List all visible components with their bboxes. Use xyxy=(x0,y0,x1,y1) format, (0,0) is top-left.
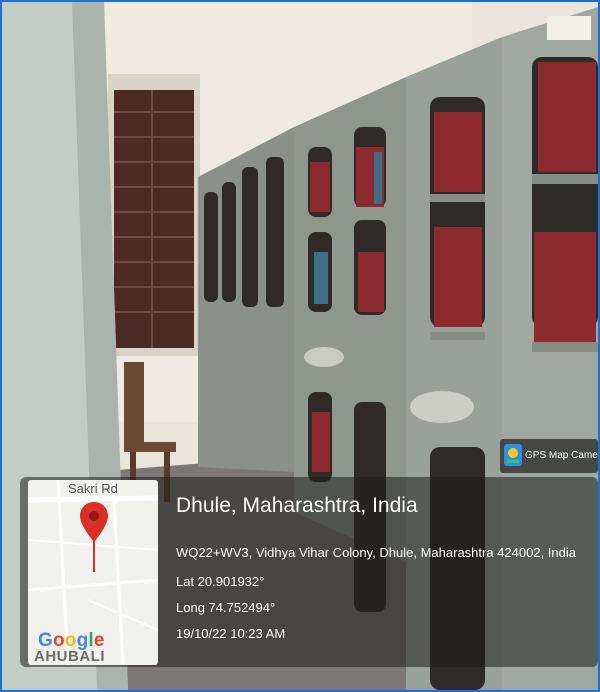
location-datetime: 19/10/22 10:23 AM xyxy=(176,626,286,641)
map-road-label: Sakri Rd xyxy=(68,481,118,496)
map-area-label: AHUBALI xyxy=(34,648,105,665)
map-thumbnail: Sakri Rd Google AHUBALI xyxy=(28,480,158,665)
location-address: WQ22+WV3, Vidhya Vihar Colony, Dhule, Ma… xyxy=(176,545,576,560)
location-latitude: Lat 20.901932° xyxy=(176,574,265,589)
gps-camera-label: GPS Map Camera xyxy=(525,450,600,461)
gps-camera-badge: GPS Map Camera xyxy=(500,439,598,473)
photo-frame: Sakri Rd Google AHUBALI GPS Map Camera D… xyxy=(0,0,600,692)
location-longitude: Long 74.752494° xyxy=(176,600,276,615)
location-title: Dhule, Maharashtra, India xyxy=(176,494,418,517)
gps-camera-icon xyxy=(504,444,522,466)
map-pin-icon xyxy=(80,502,108,572)
